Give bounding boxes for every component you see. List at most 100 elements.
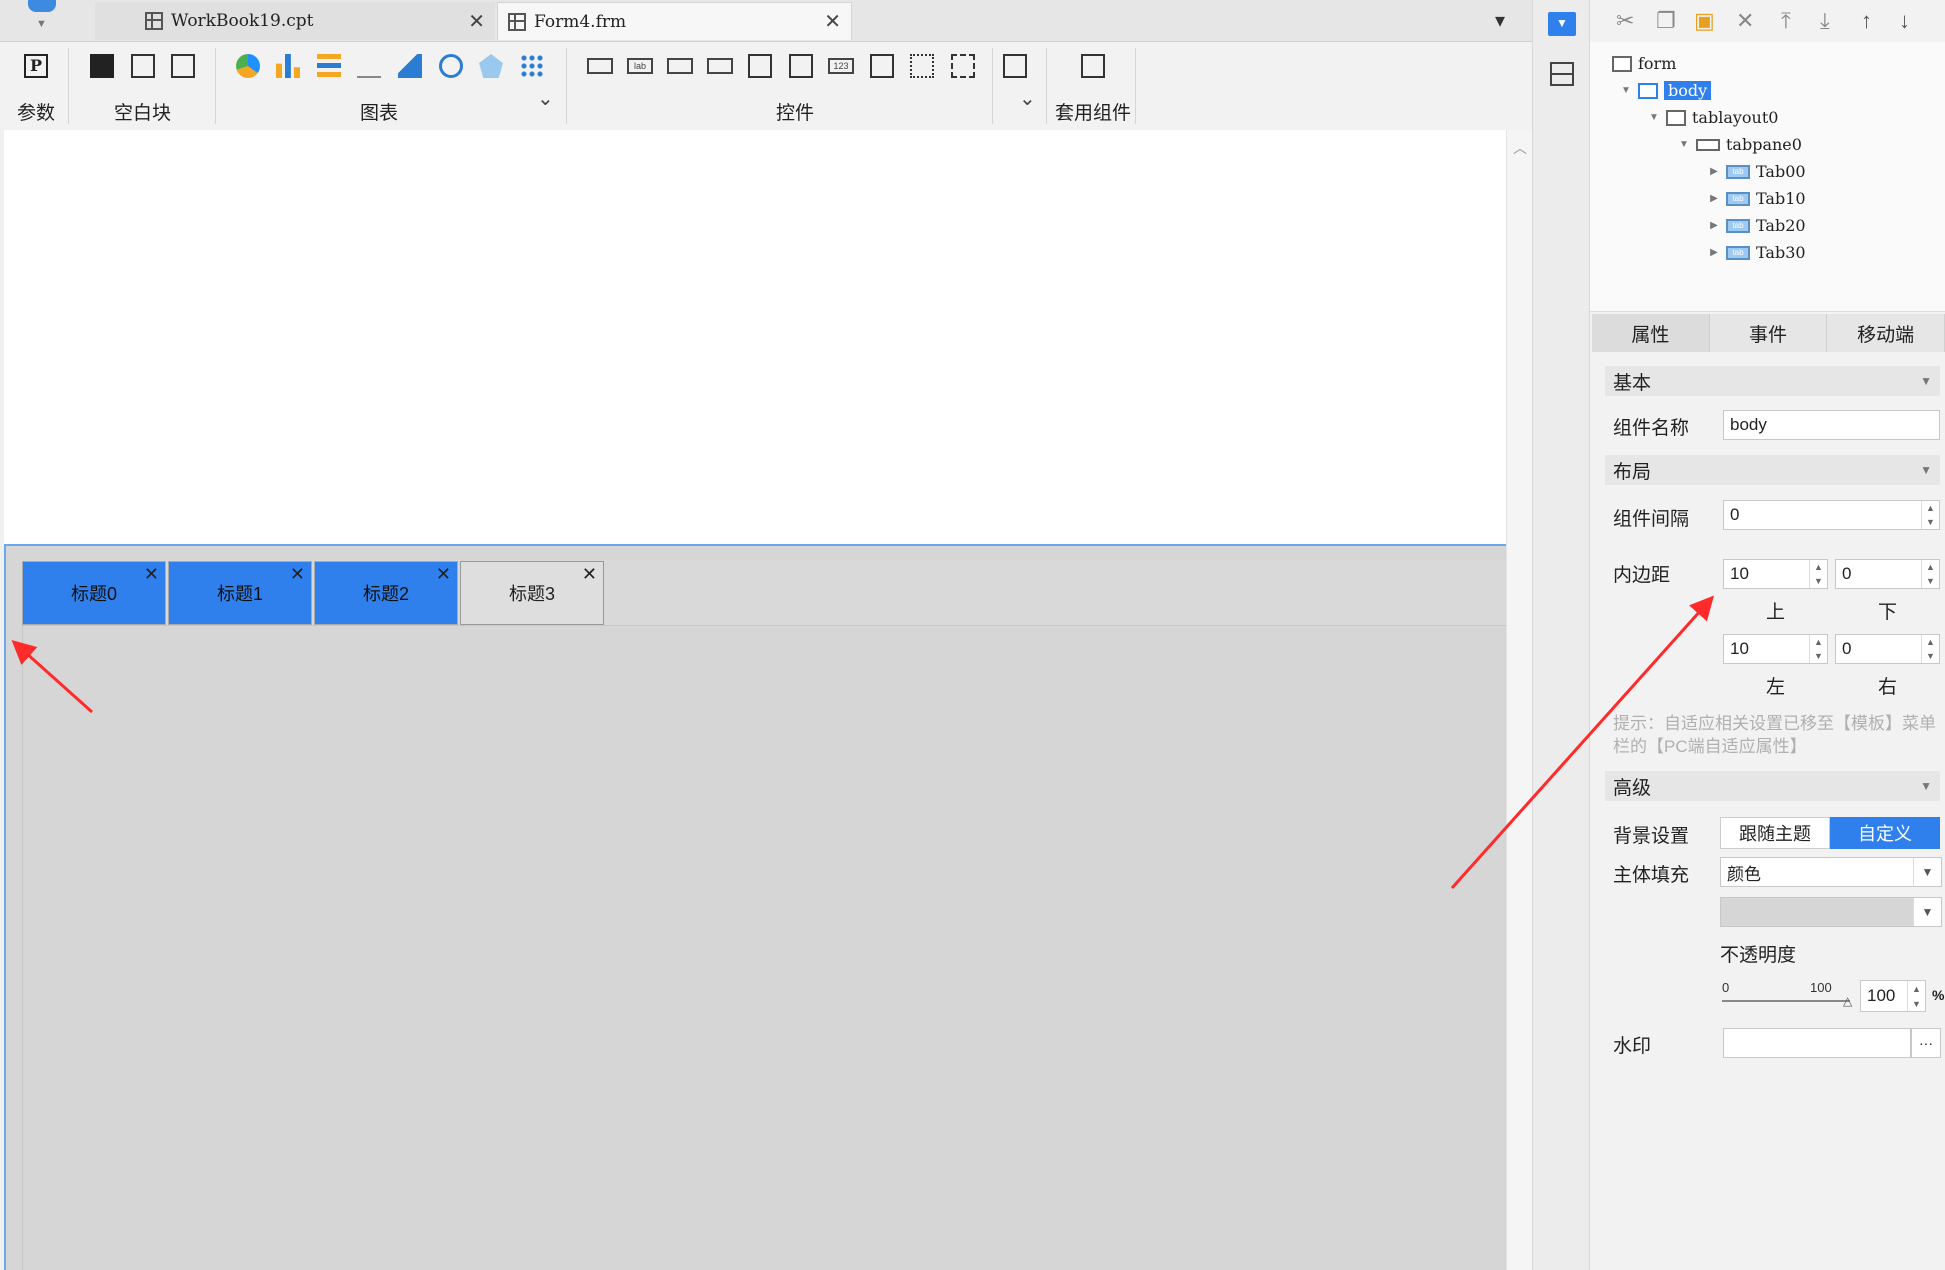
cut-icon[interactable]: ✂ [1616, 8, 1634, 34]
gap-input[interactable]: 0 ▲ ▼ [1723, 500, 1940, 530]
expand-icon[interactable]: ▼ [1678, 139, 1690, 150]
watermark-input[interactable] [1723, 1028, 1911, 1058]
bar-chart-icon[interactable] [276, 54, 300, 78]
radio-group-widget-icon[interactable] [910, 54, 934, 78]
chevron-up-icon[interactable]: ︿ [1513, 138, 1527, 158]
move-to-top-icon[interactable]: ⤒ [1781, 8, 1791, 34]
radar-chart-icon[interactable] [479, 54, 503, 78]
checkbox-group-widget-icon[interactable] [951, 54, 975, 78]
expand-icon[interactable]: ▼ [1648, 112, 1660, 123]
close-icon[interactable]: ✕ [290, 564, 305, 585]
app-menu-button[interactable]: ▼ [22, 0, 62, 34]
stepper-icon[interactable]: ▲ ▼ [1809, 635, 1827, 663]
move-to-bottom-icon[interactable]: ⤓ [1820, 8, 1830, 34]
grid-block-icon[interactable] [171, 54, 195, 78]
chevron-down-icon[interactable]: ⌄ [537, 86, 554, 111]
close-icon[interactable]: ✕ [144, 564, 159, 585]
tree-node-tablayout[interactable]: ▼ tablayout0 [1648, 104, 1945, 131]
canvas-tab-title-2[interactable]: 标题2 ✕ [314, 561, 458, 625]
canvas-blank-area[interactable] [4, 130, 1506, 544]
close-icon[interactable]: ✕ [468, 9, 485, 34]
padding-top-input[interactable]: 10 ▲ ▼ [1723, 559, 1828, 589]
tree-node-tab[interactable]: ▶ tab Tab20 [1708, 212, 1945, 239]
line-chart-icon[interactable] [357, 54, 381, 78]
stepper-icon[interactable]: ▲ ▼ [1921, 560, 1939, 588]
horizontal-bar-chart-icon[interactable] [317, 54, 341, 78]
padding-bottom-input[interactable]: 0 ▲ ▼ [1835, 559, 1940, 589]
tree-node-tab[interactable]: ▶ tab Tab30 [1708, 239, 1945, 266]
fill-type-select[interactable]: 颜色 ▼ [1720, 857, 1942, 887]
list-widget-icon[interactable] [748, 54, 772, 78]
tree-node-tab[interactable]: ▶ tab Tab10 [1708, 185, 1945, 212]
pie-chart-icon[interactable] [236, 54, 260, 78]
combobox-widget-icon[interactable] [707, 58, 733, 74]
padding-left-input[interactable]: 10 ▲ ▼ [1723, 634, 1828, 664]
close-icon[interactable]: ✕ [582, 564, 597, 585]
move-down-icon[interactable]: ↓ [1899, 8, 1910, 34]
opacity-input[interactable]: 100 ▲ ▼ [1860, 980, 1926, 1012]
canvas-scrollbar[interactable]: ︿ [1506, 130, 1532, 1270]
component-library-button[interactable] [1550, 62, 1574, 86]
area-chart-icon[interactable] [398, 54, 422, 78]
stepper-icon[interactable]: ▲ ▼ [1921, 635, 1939, 663]
move-up-icon[interactable]: ↑ [1861, 8, 1872, 34]
split-block-icon[interactable] [131, 54, 155, 78]
canvas-tab-title-1[interactable]: 标题1 ✕ [168, 561, 312, 625]
button-widget-icon[interactable] [587, 58, 613, 74]
number-widget-icon[interactable]: 123 [828, 58, 854, 74]
watermark-more-button[interactable]: ··· [1911, 1028, 1941, 1058]
tab-properties[interactable]: 属性 [1592, 314, 1710, 352]
scatter-chart-icon[interactable] [520, 54, 544, 78]
slider-thumb[interactable]: △ [1843, 994, 1852, 1008]
expand-icon[interactable]: ▼ [1620, 85, 1632, 96]
chevron-down-icon: ▼ [1913, 898, 1941, 926]
blank-block-icon[interactable] [90, 54, 114, 78]
bg-follow-theme-button[interactable]: 跟随主题 [1720, 817, 1830, 849]
tab-workbook[interactable]: WorkBook19.cpt ✕ [95, 2, 495, 40]
gauge-chart-icon[interactable] [439, 54, 463, 78]
tree-node-label: Tab10 [1756, 189, 1806, 208]
section-advanced[interactable]: 高级 ▼ [1605, 771, 1940, 801]
stepper-icon[interactable]: ▲ ▼ [1921, 501, 1939, 529]
widget-properties-button[interactable]: ▼ [1548, 12, 1576, 36]
tab-events[interactable]: 事件 [1709, 314, 1828, 352]
stepper-icon[interactable]: ▲ ▼ [1809, 560, 1827, 588]
preview-widget-icon[interactable] [1003, 54, 1027, 78]
opacity-slider[interactable] [1722, 1000, 1850, 1002]
tab-mobile[interactable]: 移动端 [1827, 314, 1945, 352]
bg-custom-button[interactable]: 自定义 [1830, 817, 1940, 849]
expand-icon[interactable]: ▶ [1708, 166, 1720, 177]
section-basic[interactable]: 基本 ▼ [1605, 366, 1940, 396]
tree-node-tabpane[interactable]: ▼ tabpane0 [1678, 131, 1945, 158]
delete-icon[interactable]: ✕ [1736, 8, 1754, 34]
close-icon[interactable]: ✕ [436, 564, 451, 585]
textarea-widget-icon[interactable] [870, 54, 894, 78]
copy-icon[interactable]: ❐ [1656, 8, 1676, 34]
tab-form[interactable]: Form4.frm ✕ [497, 2, 852, 40]
paste-icon[interactable]: ▣ [1694, 8, 1715, 34]
section-layout[interactable]: 布局 ▼ [1605, 455, 1940, 485]
parameter-icon[interactable]: P [24, 54, 48, 78]
expand-icon[interactable]: ▶ [1708, 220, 1720, 231]
tree-node-body[interactable]: ▼ body [1620, 77, 1945, 104]
tree-node-tab[interactable]: ▶ tab Tab00 [1708, 158, 1945, 185]
date-widget-icon[interactable] [789, 54, 813, 78]
fill-color-picker[interactable]: ▼ [1720, 897, 1942, 927]
close-icon[interactable]: ✕ [824, 9, 841, 34]
canvas-tab-title-3[interactable]: 标题3 ✕ [460, 561, 604, 625]
text-widget-icon[interactable] [667, 58, 693, 74]
ribbon-separator [566, 48, 567, 124]
widget-template-icon[interactable] [1081, 54, 1105, 78]
canvas-tab-title-0[interactable]: 标题0 ✕ [22, 561, 166, 625]
expand-icon[interactable]: ▶ [1708, 247, 1720, 258]
tab-list-icon[interactable]: ▾ [1495, 8, 1505, 33]
label-widget-icon[interactable]: lab [627, 58, 653, 74]
tab-pane-body[interactable] [22, 626, 1506, 1270]
chevron-down-icon[interactable]: ⌄ [1019, 86, 1036, 111]
tree-node-form[interactable]: form [1612, 50, 1945, 77]
name-input[interactable]: body [1723, 410, 1940, 440]
tree-node-label: form [1638, 54, 1677, 73]
expand-icon[interactable]: ▶ [1708, 193, 1720, 204]
stepper-icon[interactable]: ▲ ▼ [1907, 981, 1925, 1011]
padding-right-input[interactable]: 0 ▲ ▼ [1835, 634, 1940, 664]
